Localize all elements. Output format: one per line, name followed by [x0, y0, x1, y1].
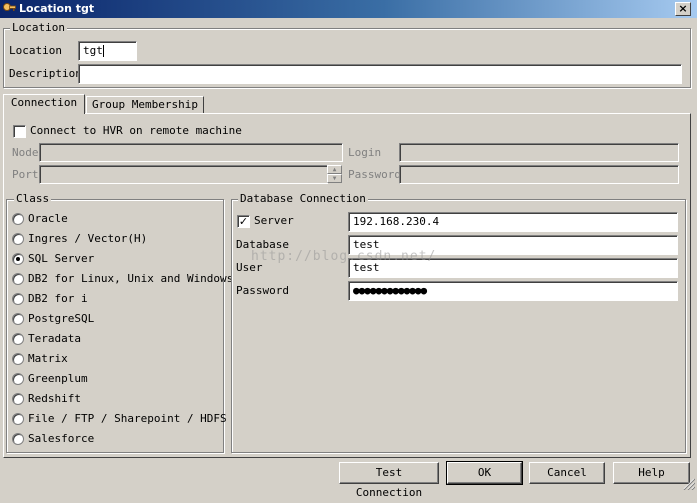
window-title: Location tgt — [19, 2, 95, 15]
node-label: Node — [12, 146, 39, 159]
close-button[interactable]: × — [675, 2, 691, 16]
class-radio[interactable] — [12, 273, 24, 285]
test-connection-button[interactable]: Test Connection — [339, 462, 439, 499]
class-radio[interactable] — [12, 353, 24, 365]
password-input[interactable]: ●●●●●●●●●●●●● — [348, 281, 678, 301]
user-label: User — [236, 261, 263, 274]
port-input[interactable] — [39, 165, 328, 184]
server-input[interactable]: 192.168.230.4 — [348, 212, 678, 232]
class-group-legend: Class — [14, 192, 52, 205]
class-radio-label: Teradata — [28, 332, 81, 345]
resize-grip-icon[interactable] — [681, 476, 695, 490]
server-label: Server — [254, 214, 294, 227]
class-radio-label: Matrix — [28, 352, 68, 365]
class-radio-label: PostgreSQL — [28, 312, 95, 325]
server-checkbox[interactable]: ✓ — [237, 215, 250, 228]
class-radio-label: Greenplum — [28, 372, 88, 385]
port-label: Port — [12, 168, 39, 181]
class-radio-label: DB2 for Linux, Unix and Windows — [28, 272, 234, 285]
class-radio[interactable] — [12, 253, 24, 265]
description-input[interactable] — [78, 64, 682, 84]
location-group-legend: Location — [10, 21, 67, 34]
remote-machine-label: Connect to HVR on remote machine — [30, 124, 242, 137]
database-label: Database — [236, 238, 289, 251]
ok-button[interactable]: OK — [446, 461, 523, 485]
login-input[interactable] — [399, 143, 679, 162]
class-radio-label: Redshift — [28, 392, 81, 405]
class-radio[interactable] — [12, 333, 24, 345]
password-mask: ●●●●●●●●●●●●● — [353, 284, 427, 297]
class-radio[interactable] — [12, 213, 24, 225]
class-radio-label: Oracle — [28, 212, 68, 225]
spin-down-icon[interactable]: ▼ — [327, 174, 342, 183]
class-radio-label: File / FTP / Sharepoint / HDFS — [28, 412, 227, 425]
tab-connection[interactable]: Connection — [3, 94, 85, 114]
class-radio[interactable] — [12, 413, 24, 425]
class-radio[interactable] — [12, 233, 24, 245]
spin-up-icon[interactable]: ▲ — [327, 165, 342, 174]
class-radio-label: DB2 for i — [28, 292, 88, 305]
location-value: tgt — [83, 44, 103, 57]
tab-group-membership[interactable]: Group Membership — [86, 96, 204, 114]
class-radio[interactable] — [12, 393, 24, 405]
check-icon: ✓ — [238, 215, 249, 228]
key-icon — [3, 3, 16, 11]
node-input[interactable] — [39, 143, 343, 162]
class-radio-label: SQL Server — [28, 252, 95, 265]
user-input[interactable]: test — [348, 258, 678, 278]
password-label: Password — [236, 284, 289, 297]
port-spinner[interactable]: ▲ ▼ — [327, 165, 342, 184]
description-label: Description — [9, 67, 82, 80]
remote-password-input[interactable] — [399, 165, 679, 184]
password-label-remote: Password — [348, 168, 401, 181]
class-radio[interactable] — [12, 293, 24, 305]
help-button[interactable]: Help — [613, 462, 690, 484]
database-input[interactable]: test — [348, 235, 678, 255]
remote-machine-checkbox[interactable] — [13, 125, 26, 138]
database-connection-legend: Database Connection — [238, 192, 368, 205]
location-input[interactable]: tgt — [78, 41, 137, 61]
class-radio-label: Salesforce — [28, 432, 95, 445]
title-bar[interactable]: Location tgt × — [0, 0, 697, 18]
login-label: Login — [348, 146, 382, 159]
class-radio[interactable] — [12, 313, 24, 325]
class-radio[interactable] — [12, 433, 24, 445]
location-label: Location — [9, 44, 62, 57]
class-radio-label: Ingres / Vector(H) — [28, 232, 148, 245]
text-caret — [102, 45, 104, 57]
cancel-button[interactable]: Cancel — [529, 462, 605, 484]
class-radio[interactable] — [12, 373, 24, 385]
